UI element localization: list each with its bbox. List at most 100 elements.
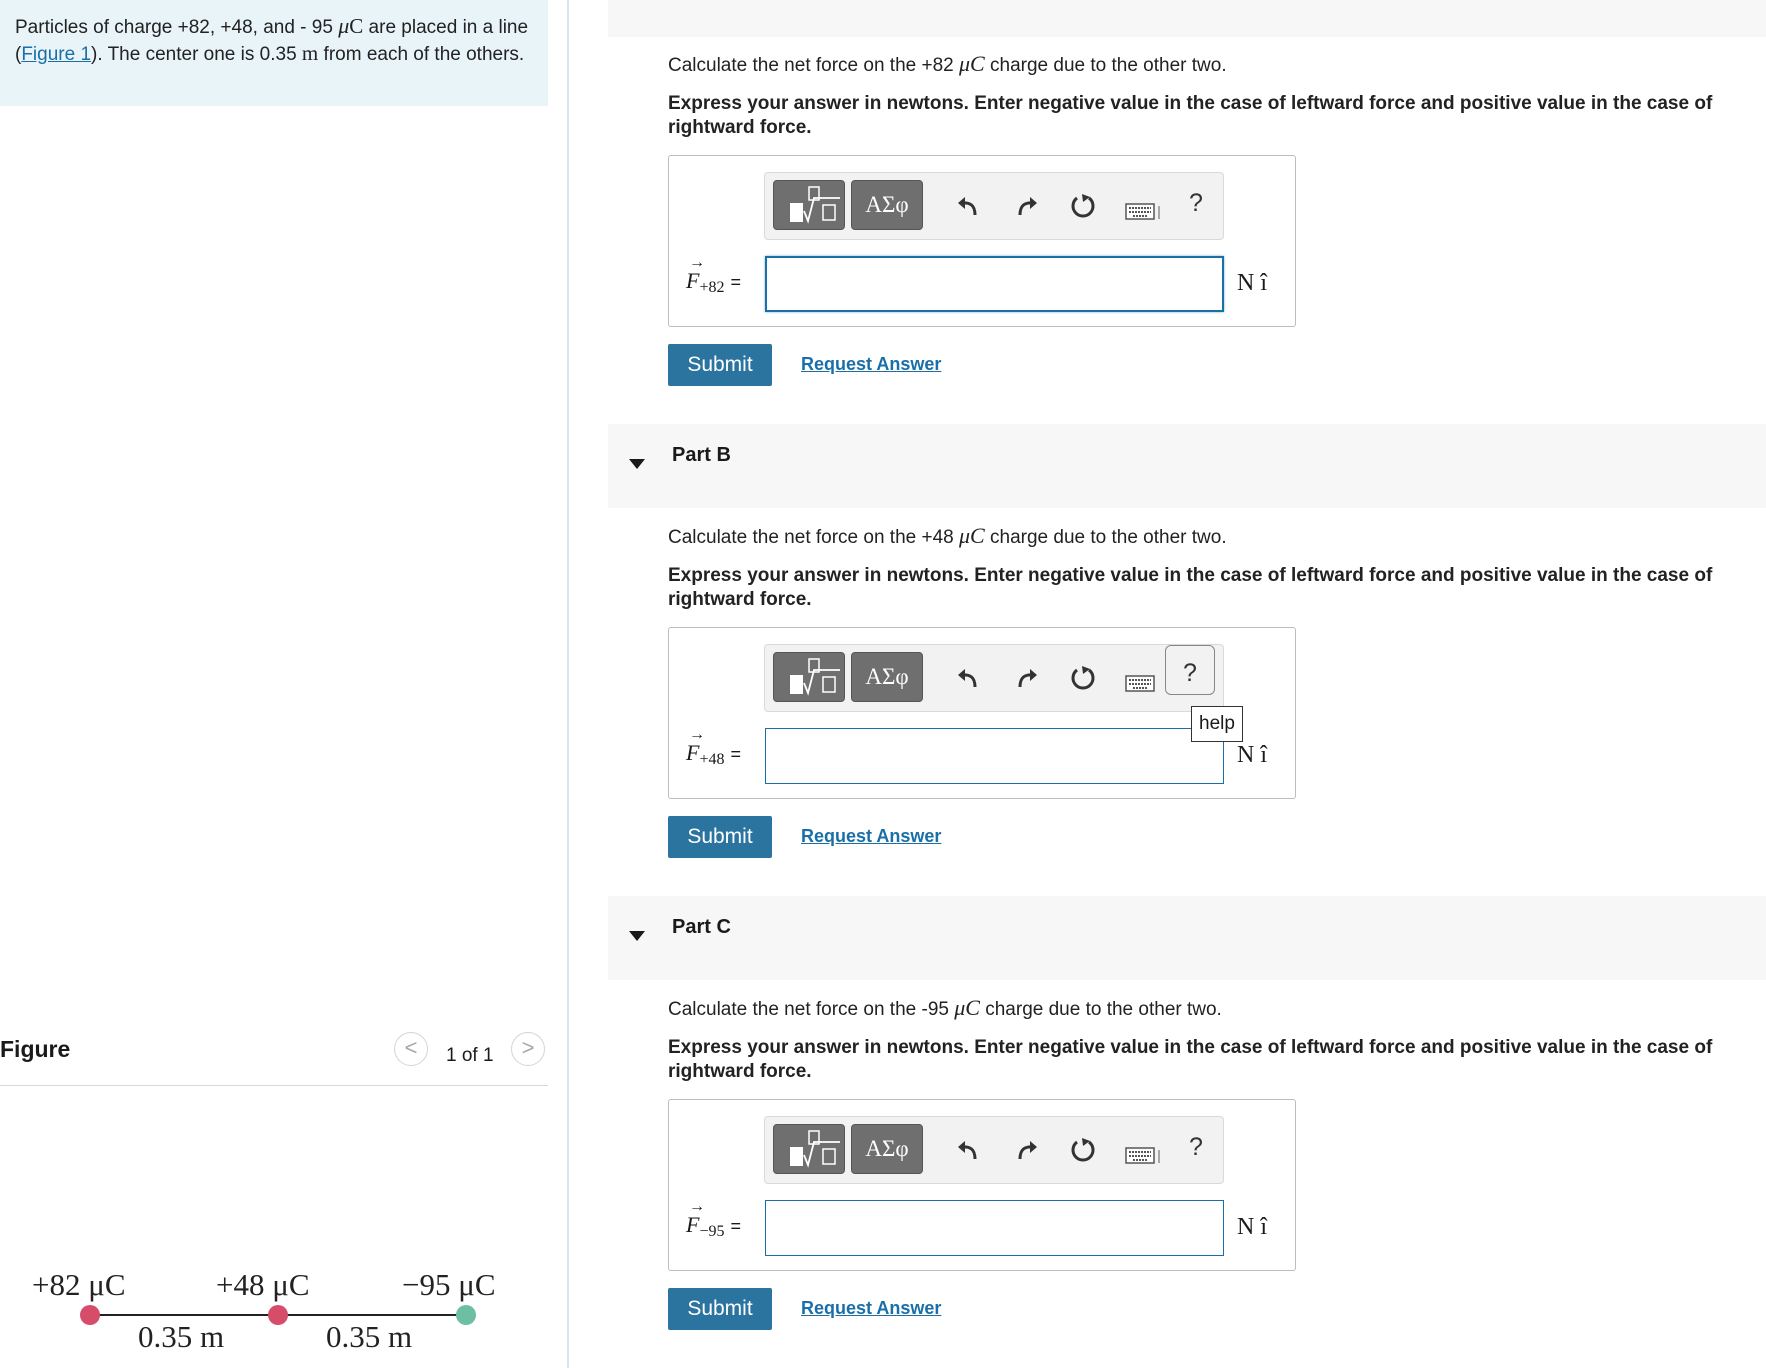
vector-f: → F	[686, 726, 705, 765]
math-toolbar: ΑΣφ ?	[764, 1116, 1224, 1184]
vector-arrow-icon: →	[689, 254, 705, 271]
var-subscript: −95	[699, 1223, 725, 1240]
question-text-end: charge due to the other two.	[979, 999, 1222, 1020]
part-c-title: Part C	[672, 916, 731, 938]
keyboard-icon[interactable]	[1125, 1147, 1161, 1165]
part-a-submit-button[interactable]: Submit	[668, 344, 772, 386]
equals-sign: =	[730, 744, 741, 764]
question-text-end: charge due to the other two.	[984, 55, 1227, 76]
charge-dot-positive-48	[268, 1305, 288, 1325]
vector-f: → F	[686, 254, 705, 293]
undo-icon[interactable]	[953, 663, 983, 693]
unit-mu: μ	[338, 13, 350, 38]
math-toolbar: ΑΣφ ?	[764, 172, 1224, 240]
part-a-request-answer-link[interactable]: Request Answer	[801, 354, 941, 375]
part-a-answer-input[interactable]	[765, 256, 1224, 312]
part-c-instructions: Express your answer in newtons. Enter ne…	[668, 1037, 1713, 1082]
charge-label-82: +82 μC	[32, 1267, 126, 1302]
templates-button[interactable]	[773, 1124, 845, 1174]
math-toolbar: ΑΣφ ?	[764, 644, 1224, 712]
help-icon[interactable]: ?	[1189, 189, 1203, 218]
vector-f: → F	[686, 1198, 705, 1237]
unit-m: m	[301, 40, 319, 65]
greek-symbols-button[interactable]: ΑΣφ	[851, 180, 923, 230]
part-b-title: Part B	[672, 444, 731, 466]
part-a-header-band	[608, 0, 1766, 37]
vector-arrow-icon: →	[689, 726, 705, 743]
question-text: Calculate the net force on the -95	[668, 999, 955, 1020]
question-unit: μC	[959, 523, 985, 548]
charge-label-48: +48 μC	[216, 1267, 310, 1302]
undo-icon[interactable]	[953, 1135, 983, 1165]
figure-link[interactable]: Figure 1	[21, 44, 91, 65]
problem-statement: Particles of charge +82, +48, and - 95 μ…	[0, 0, 548, 106]
collapse-caret-icon[interactable]	[629, 459, 645, 469]
part-b-unit: N î	[1237, 742, 1267, 768]
charge-dot-positive-82	[80, 1305, 100, 1325]
figure-title: Figure	[0, 1036, 71, 1062]
keyboard-icon[interactable]	[1125, 203, 1161, 221]
reset-icon[interactable]	[1068, 191, 1098, 221]
distance-label-left: 0.35 m	[138, 1319, 224, 1354]
intro-text-post: from each of the others.	[318, 43, 525, 65]
next-figure-button[interactable]: >	[511, 1032, 545, 1066]
help-icon[interactable]: ?	[1189, 1133, 1203, 1162]
redo-icon[interactable]	[1012, 1135, 1042, 1165]
help-tooltip: help	[1191, 706, 1243, 742]
part-a-unit: N î	[1237, 270, 1267, 296]
part-c-request-answer-link[interactable]: Request Answer	[801, 1298, 941, 1319]
part-b-submit-button[interactable]: Submit	[668, 816, 772, 858]
parts-panel: Calculate the net force on the +82 μC ch…	[608, 0, 1766, 1368]
part-c-variable-label: → F−95 =	[686, 1198, 741, 1240]
reset-icon[interactable]	[1068, 1135, 1098, 1165]
equals-sign: =	[730, 1216, 741, 1236]
part-b-answer-input[interactable]	[765, 728, 1224, 784]
reset-icon[interactable]	[1068, 663, 1098, 693]
part-b-request-answer-link[interactable]: Request Answer	[801, 826, 941, 847]
undo-icon[interactable]	[953, 191, 983, 221]
var-subscript: +48	[699, 751, 725, 768]
collapse-caret-icon[interactable]	[629, 931, 645, 941]
templates-icon	[790, 186, 840, 224]
part-b-instructions: Express your answer in newtons. Enter ne…	[668, 565, 1713, 610]
part-a-instructions: Express your answer in newtons. Enter ne…	[668, 93, 1713, 138]
templates-button[interactable]	[773, 180, 845, 230]
redo-icon[interactable]	[1012, 191, 1042, 221]
redo-icon[interactable]	[1012, 663, 1042, 693]
question-text: Calculate the net force on the +48	[668, 527, 960, 548]
greek-symbols-button[interactable]: ΑΣφ	[851, 1124, 923, 1174]
charges-figure: +82 μC +48 μC −95 μC 0.35 m 0.35 m	[32, 1267, 496, 1354]
templates-icon	[790, 1130, 840, 1168]
column-divider	[567, 0, 569, 1368]
intro-text-mid2: ). The center one is 0.35	[91, 43, 302, 65]
question-text: Calculate the net force on the +82	[668, 55, 960, 76]
charge-dot-negative-95	[456, 1305, 476, 1325]
figure-header: Figure < 1 of 1 >	[0, 1030, 548, 1086]
part-c-header[interactable]: Part C	[608, 896, 1766, 980]
templates-button[interactable]	[773, 652, 845, 702]
question-text-end: charge due to the other two.	[984, 527, 1227, 548]
part-b-variable-label: → F+48 =	[686, 726, 741, 768]
part-b-question: Calculate the net force on the +48 μC ch…	[668, 524, 1227, 550]
part-b-answer-box: ΑΣφ ? help → F+48 = N î	[668, 627, 1296, 799]
vector-arrow-icon: →	[689, 1198, 705, 1215]
keyboard-icon[interactable]	[1125, 675, 1161, 693]
part-a-answer-box: ΑΣφ ? → F+82 = N î	[668, 155, 1296, 327]
charge-label-95: −95 μC	[402, 1267, 496, 1302]
var-subscript: +82	[699, 279, 725, 296]
part-c-unit: N î	[1237, 1214, 1267, 1240]
unit-c: C	[349, 14, 364, 38]
figure-pager-count: 1 of 1	[446, 1045, 494, 1066]
part-a-variable-label: → F+82 =	[686, 254, 741, 296]
part-c-submit-button[interactable]: Submit	[668, 1288, 772, 1330]
part-c-answer-input[interactable]	[765, 1200, 1224, 1256]
help-icon[interactable]: ?	[1165, 645, 1215, 695]
intro-text: Particles of charge +82, +48, and - 95	[15, 17, 339, 38]
part-c-answer-box: ΑΣφ ? → F−95 = N î	[668, 1099, 1296, 1271]
prev-figure-button[interactable]: <	[394, 1032, 428, 1066]
greek-symbols-button[interactable]: ΑΣφ	[851, 652, 923, 702]
distance-label-right: 0.35 m	[326, 1319, 412, 1354]
part-b-header[interactable]: Part B	[608, 424, 1766, 508]
part-c-question: Calculate the net force on the -95 μC ch…	[668, 996, 1222, 1022]
problem-panel: Particles of charge +82, +48, and - 95 μ…	[0, 0, 568, 1368]
